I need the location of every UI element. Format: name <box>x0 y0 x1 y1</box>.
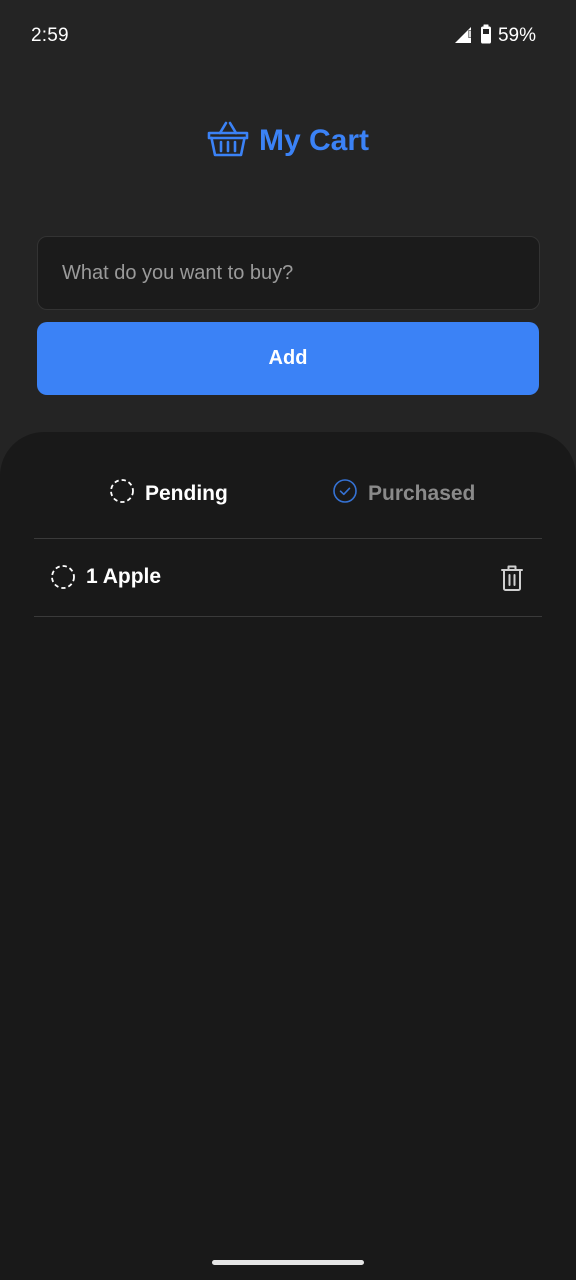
status-icons: 59% <box>454 24 536 49</box>
tab-pending-label: Pending <box>145 482 228 505</box>
check-circle-icon <box>332 478 358 510</box>
dashed-circle-icon <box>109 478 135 510</box>
item-input[interactable] <box>37 236 540 310</box>
status-time: 2:59 <box>31 25 69 46</box>
delete-item-button[interactable] <box>497 563 527 593</box>
list-panel: Pending Purchased 1 Apple <box>0 432 576 1280</box>
app-title: My Cart <box>258 124 370 157</box>
basket-icon <box>207 120 249 163</box>
list-divider-bottom <box>34 616 542 617</box>
battery-icon <box>480 24 492 49</box>
tab-pending[interactable]: Pending <box>109 474 228 514</box>
add-button[interactable]: Add <box>37 322 539 395</box>
signal-icon <box>454 24 474 49</box>
battery-percent: 59% <box>497 25 536 46</box>
list-item: 1 Apple <box>34 539 542 617</box>
home-indicator[interactable] <box>212 1260 364 1265</box>
item-label: 1 Apple <box>86 565 162 588</box>
tab-purchased-label: Purchased <box>368 482 476 505</box>
item-toggle-button[interactable] <box>50 564 76 590</box>
dashed-circle-icon <box>51 565 75 589</box>
tab-purchased[interactable]: Purchased <box>332 474 475 514</box>
status-bar: 2:59 59% <box>0 0 576 72</box>
app-screen: 2:59 59% My Cart What do you want to buy… <box>0 0 576 1280</box>
tab-bar: Pending Purchased <box>0 474 576 514</box>
trash-icon <box>501 565 523 591</box>
app-header: My Cart <box>0 118 576 164</box>
